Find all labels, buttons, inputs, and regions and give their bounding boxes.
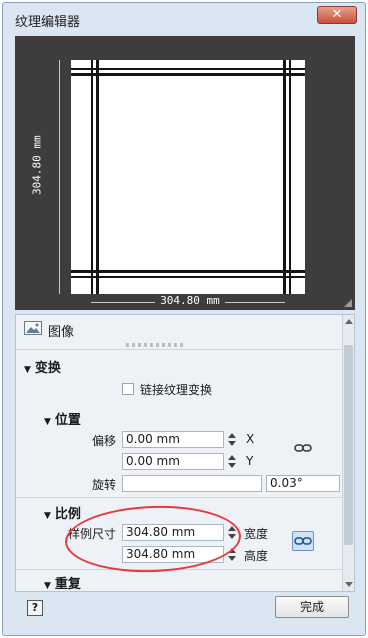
offset-label: 偏移	[92, 434, 117, 448]
rotation-slider[interactable]	[122, 475, 262, 492]
divider	[16, 349, 342, 350]
collapse-triangle-icon: ▼	[44, 581, 51, 591]
offset-x-input[interactable]: 0.00 mm	[122, 431, 224, 448]
repeat-title: 重复	[54, 577, 81, 592]
close-icon: ✕	[331, 7, 343, 22]
section-transform[interactable]: ▼ 变换	[24, 357, 61, 376]
scroll-up-icon[interactable]	[345, 319, 353, 324]
image-icon	[24, 321, 42, 335]
dimension-label-vertical: 304.80 mm	[30, 135, 44, 195]
grout-line	[96, 60, 99, 294]
scale-title: 比例	[54, 507, 81, 522]
offset-x-stepper[interactable]	[226, 431, 238, 448]
section-position[interactable]: ▼ 位置	[44, 409, 81, 428]
grout-line	[289, 60, 291, 294]
dimension-line-vertical	[59, 60, 60, 294]
position-title: 位置	[54, 413, 81, 428]
image-row[interactable]: 图像	[16, 315, 342, 345]
texture-editor-window: 纹理编辑器 ✕ 304.80 mm 304.80 mm 图像 ▼ 变换 链接纹理…	[2, 2, 366, 636]
help-button[interactable]: ?	[27, 600, 43, 616]
offset-y-input[interactable]: 0.00 mm	[122, 453, 224, 470]
scroll-thumb[interactable]	[344, 345, 353, 545]
lock-aspect-button[interactable]	[292, 531, 314, 551]
grout-line	[71, 68, 305, 70]
height-label: 高度	[244, 549, 269, 563]
transform-title: 变换	[34, 361, 61, 376]
texture-preview: 304.80 mm 304.80 mm	[15, 36, 355, 310]
rotation-input[interactable]: 0.03°	[266, 475, 340, 492]
link-chain-icon	[294, 537, 312, 545]
link-chain-icon[interactable]	[294, 441, 312, 455]
resize-grip-icon[interactable]	[344, 299, 352, 307]
width-label: 宽度	[244, 527, 269, 541]
grout-line	[91, 60, 93, 294]
vertical-scrollbar[interactable]	[342, 315, 354, 591]
rotation-label: 旋转	[92, 478, 117, 492]
y-axis-label: Y	[246, 454, 254, 468]
grout-line	[71, 73, 305, 76]
image-label: 图像	[48, 325, 75, 340]
tile-swatch	[71, 60, 305, 294]
title-bar: 纹理编辑器 ✕	[3, 3, 365, 33]
link-texture-transform-label: 链接纹理变换	[140, 383, 213, 397]
collapse-triangle-icon: ▼	[44, 417, 51, 427]
dimension-label-horizontal: 304.80 mm	[155, 294, 225, 307]
window-title: 纹理编辑器	[15, 15, 81, 30]
grout-line	[71, 276, 305, 278]
collapse-triangle-icon: ▼	[44, 511, 51, 521]
offset-y-stepper[interactable]	[226, 453, 238, 470]
grout-line	[283, 60, 286, 294]
clipped-text	[126, 343, 186, 347]
collapse-triangle-icon: ▼	[24, 365, 31, 375]
section-scale[interactable]: ▼ 比例	[44, 503, 81, 522]
scroll-down-icon[interactable]	[345, 582, 353, 587]
grout-line	[71, 270, 305, 273]
close-button[interactable]: ✕	[317, 6, 357, 24]
section-repeat[interactable]: ▼ 重复	[44, 573, 81, 592]
x-axis-label: X	[246, 432, 255, 446]
done-button[interactable]: 完成	[275, 596, 349, 618]
link-texture-transform-checkbox[interactable]	[122, 383, 134, 395]
divider	[16, 497, 342, 498]
